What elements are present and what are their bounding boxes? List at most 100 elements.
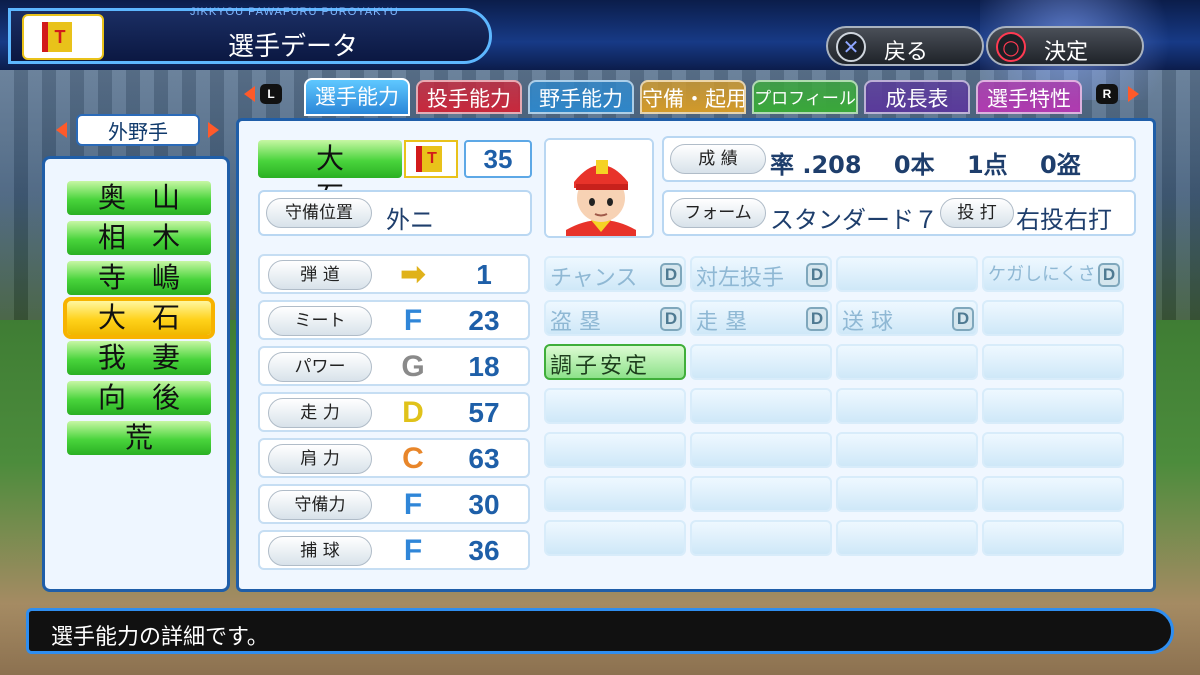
ability-cell[interactable]: [544, 476, 686, 512]
position-selector[interactable]: 外野手: [52, 114, 224, 146]
ability-cell[interactable]: [544, 388, 686, 424]
throw-bat-label: 投 打: [940, 198, 1014, 228]
ability-cell[interactable]: [544, 520, 686, 556]
ability-cell[interactable]: [690, 432, 832, 468]
stat-grade-icon: D: [402, 396, 424, 429]
stat-row: 走 力 D 57: [258, 392, 530, 432]
player-list-item[interactable]: 荒: [67, 421, 211, 455]
player-name: 大石: [258, 140, 402, 213]
ability-cell[interactable]: チャンス D: [544, 256, 686, 292]
ability-rank-badge: D: [952, 307, 974, 331]
cross-button-icon: ✕: [836, 32, 866, 62]
team-logo-letter: T: [42, 22, 72, 52]
player-portrait: [544, 138, 654, 238]
confirm-button[interactable]: ○ 決定: [986, 26, 1144, 66]
ability-name: 対左投手: [696, 266, 785, 291]
ability-cell[interactable]: [982, 476, 1124, 512]
help-message: 選手能力の詳細です。: [51, 625, 269, 650]
ability-name: チャンス: [550, 266, 638, 291]
stat-label: ミート: [268, 306, 372, 336]
ability-cell[interactable]: [836, 476, 978, 512]
ability-name: 送 球: [842, 310, 893, 335]
ability-cell[interactable]: [544, 432, 686, 468]
header-bar: T JIKKYOU PAWAFURU PUROYAKYU 選手データ ✕ 戻る …: [0, 0, 1200, 100]
position-info-value: 外ニ: [386, 206, 434, 234]
ability-rank-badge: D: [660, 307, 682, 331]
stat-grade-icon: ➡: [400, 258, 426, 291]
position-prev-arrow-icon[interactable]: [56, 122, 67, 138]
stat-label: 弾 道: [268, 260, 372, 290]
tab-prev-arrow-icon[interactable]: [244, 86, 255, 102]
tab-5[interactable]: 成長表: [864, 80, 970, 114]
position-next-arrow-icon[interactable]: [208, 122, 219, 138]
player-list-item[interactable]: 寺嶋: [67, 261, 211, 295]
stat-label: 走 力: [268, 398, 372, 428]
ability-cell[interactable]: [836, 256, 978, 292]
team-badge-letter: T: [416, 146, 442, 172]
ability-rank-badge: D: [806, 263, 828, 287]
ability-cell[interactable]: [836, 520, 978, 556]
stat-value: 18: [468, 351, 500, 382]
tab-6[interactable]: 選手特性: [976, 80, 1082, 114]
stat-value: 30: [468, 489, 500, 520]
stat-row: 守備力 F 30: [258, 484, 530, 524]
ability-cell[interactable]: [982, 300, 1124, 336]
form-value: スタンダード７: [770, 206, 938, 234]
back-button[interactable]: ✕ 戻る: [826, 26, 984, 66]
ability-cell[interactable]: [690, 520, 832, 556]
position-label: 外野手: [76, 114, 200, 146]
ability-name: 走 塁: [696, 310, 747, 335]
ability-cell[interactable]: 走 塁D: [690, 300, 832, 336]
ability-cell[interactable]: 調子安定: [544, 344, 686, 380]
stat-label: 肩 力: [268, 444, 372, 474]
ability-cell[interactable]: [690, 476, 832, 512]
position-info-label: 守備位置: [266, 198, 372, 228]
tab-3[interactable]: 守備・起用: [640, 80, 746, 114]
stat-value: 36: [468, 535, 500, 566]
ability-cell[interactable]: 対左投手 D: [690, 256, 832, 292]
tab-0[interactable]: 選手能力: [304, 78, 410, 116]
record-label: 成 績: [670, 144, 766, 174]
help-message-bar: 選手能力の詳細です。: [26, 608, 1174, 654]
r-shoulder-button-icon[interactable]: R: [1096, 84, 1118, 104]
ability-cell[interactable]: [690, 388, 832, 424]
ability-cell[interactable]: 送 球D: [836, 300, 978, 336]
player-list-item[interactable]: 相木: [67, 221, 211, 255]
player-list-item[interactable]: 大石: [63, 297, 215, 339]
tab-2[interactable]: 野手能力: [528, 80, 634, 114]
stat-value: 23: [468, 305, 500, 336]
stat-grade-icon: C: [402, 442, 424, 475]
ability-cell[interactable]: [836, 432, 978, 468]
stat-row: 弾 道 ➡ 1: [258, 254, 530, 294]
ability-cell[interactable]: 盗 塁D: [544, 300, 686, 336]
player-list-item[interactable]: 奥山: [67, 181, 211, 215]
stat-grade-icon: F: [403, 488, 423, 521]
tab-4[interactable]: プロフィール: [752, 80, 858, 114]
back-button-label: 戻る: [884, 40, 929, 65]
stat-grade-icon: F: [403, 304, 423, 337]
l-shoulder-button-icon[interactable]: L: [260, 84, 282, 104]
ability-cell[interactable]: [836, 344, 978, 380]
tab-bar: L 選手能力 投手能力 野手能力 守備・起用 プロフィール 成長表 選手特性 R: [244, 78, 1154, 116]
ability-cell[interactable]: [982, 520, 1124, 556]
uniform-number: 35: [464, 140, 532, 178]
tab-next-arrow-icon[interactable]: [1128, 86, 1139, 102]
player-list-panel: 奥山相木寺嶋 大石 我妻向後荒: [42, 156, 230, 592]
ability-cell[interactable]: [836, 388, 978, 424]
ability-cell[interactable]: [690, 344, 832, 380]
ability-name: ケガしにくさ: [988, 264, 1096, 285]
ability-cell[interactable]: [982, 432, 1124, 468]
throw-bat-value: 右投右打: [1016, 206, 1112, 234]
special-abilities-grid: チャンス D 対左投手 D ケガしにくさ D 盗 塁D走 塁D送 球 D 調子安定: [544, 256, 1128, 572]
stat-value: 57: [468, 397, 500, 428]
ability-cell[interactable]: [982, 388, 1124, 424]
ability-cell[interactable]: ケガしにくさ D: [982, 256, 1124, 292]
player-list-item[interactable]: 我妻: [67, 341, 211, 375]
ability-name: 調子安定: [550, 354, 651, 379]
ability-cell[interactable]: [982, 344, 1124, 380]
tab-1[interactable]: 投手能力: [416, 80, 522, 114]
player-list-item[interactable]: 向後: [67, 381, 211, 415]
ability-rank-badge: D: [660, 263, 682, 287]
form-label: フォーム: [670, 198, 766, 228]
circle-button-icon: ○: [996, 32, 1026, 62]
